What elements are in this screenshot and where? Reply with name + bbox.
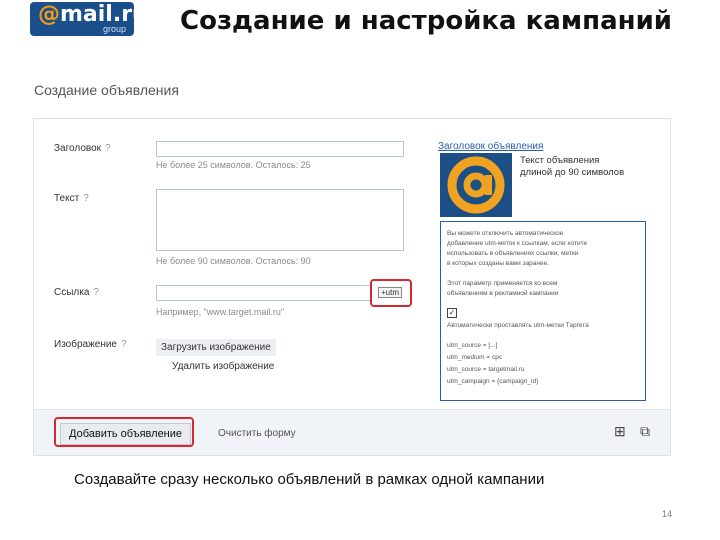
ad-form-body: Заголовок? Не более 25 символов. Осталос… xyxy=(34,119,670,410)
help-icon[interactable]: ? xyxy=(93,287,99,298)
info-line: добавление utm-меток к ссылкам, если хот… xyxy=(447,240,588,247)
title-input[interactable] xyxy=(156,141,404,157)
help-icon[interactable]: ? xyxy=(83,193,89,204)
section-title: Создание объявления xyxy=(34,82,179,98)
text-hint: Не более 90 символов. Осталось: 90 xyxy=(156,256,311,266)
delete-image-link[interactable]: Удалить изображение xyxy=(172,361,274,372)
utm-button[interactable]: +utm xyxy=(378,287,403,298)
help-icon[interactable]: ? xyxy=(105,143,111,154)
info-line: Вы можете отключить автоматическое xyxy=(447,230,564,237)
at-sign-icon xyxy=(440,153,512,217)
info-line: в которых созданы вами заранее. xyxy=(447,260,550,267)
ad-preview-icon[interactable]: ⊞ xyxy=(614,423,626,440)
add-ad-button[interactable]: Добавить объявление xyxy=(60,423,192,445)
info-line: Этот параметр применяется ко всем xyxy=(447,280,558,287)
link-input[interactable] xyxy=(156,285,372,301)
auto-utm-label: Автоматически проставлять utm-метки Тарг… xyxy=(447,322,589,329)
auto-utm-checkbox[interactable]: ✓ xyxy=(447,308,457,318)
clear-form-link[interactable]: Очистить форму xyxy=(218,428,296,439)
logo-text: @mail.ru xyxy=(38,2,148,27)
ad-copy-icon[interactable]: ⧉ xyxy=(640,423,650,440)
slide-caption: Создавайте сразу несколько объявлений в … xyxy=(74,471,545,488)
preview-text: Текст объявления длиной до 90 символов xyxy=(520,155,625,178)
title-label: Заголовок? xyxy=(54,143,111,154)
upload-image-button[interactable]: Загрузить изображение xyxy=(156,339,276,356)
logo-group-text: group xyxy=(102,24,126,34)
text-label: Текст? xyxy=(54,193,89,204)
help-icon[interactable]: ? xyxy=(121,339,127,350)
ad-form-panel: Заголовок? Не более 25 символов. Осталос… xyxy=(33,118,671,456)
slide-title: Создание и настройка кампаний xyxy=(180,6,673,36)
info-line: использовать в объявлениях ссылки, метки xyxy=(447,250,579,257)
page-number: 14 xyxy=(662,509,673,519)
utm-line: utm_campaign = {campaign_id} xyxy=(447,378,539,385)
info-line: объявлениям в рекламной кампании xyxy=(447,290,559,297)
utm-line: utm_source = [...] xyxy=(447,342,498,349)
utm-line: utm_medium = cpc xyxy=(447,354,503,361)
image-label: Изображение? xyxy=(54,339,127,350)
utm-info-box: Вы можете отключить автоматическое добав… xyxy=(440,221,646,401)
mailru-group-logo: @mail.ru group xyxy=(30,2,148,36)
preview-title: Заголовок объявления xyxy=(438,141,544,152)
link-label: Ссылка? xyxy=(54,287,99,298)
mail-at-logo-image xyxy=(440,153,512,217)
text-textarea[interactable] xyxy=(156,189,404,251)
title-hint: Не более 25 символов. Осталось: 25 xyxy=(156,160,311,170)
utm-line: utm_source = targetmail.ru xyxy=(447,366,525,373)
link-hint: Например, "www.target.mail.ru" xyxy=(156,307,285,317)
